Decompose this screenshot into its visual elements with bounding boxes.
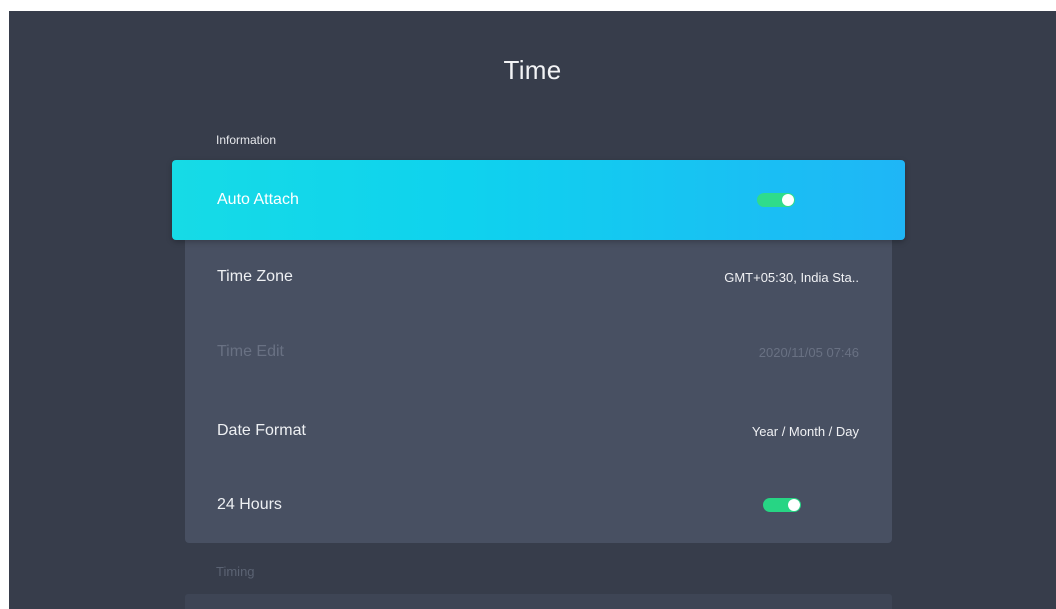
settings-screen: Time Information Auto Attach Time Zone G… [9, 11, 1056, 609]
setting-label-time-zone: Time Zone [217, 268, 293, 285]
setting-row-time-zone[interactable]: Time Zone GMT+05:30, India Sta.. [185, 240, 892, 314]
24-hours-toggle[interactable] [763, 498, 801, 512]
toggle-knob [788, 499, 800, 511]
setting-label-24-hours: 24 Hours [217, 496, 282, 513]
setting-label-time-edit: Time Edit [217, 343, 284, 360]
setting-row-24-hours[interactable]: 24 Hours [185, 468, 892, 542]
setting-row-auto-attach[interactable]: Auto Attach [172, 160, 905, 240]
page-title: Time [503, 55, 562, 85]
setting-value-time-zone: GMT+05:30, India Sta.. [724, 269, 859, 285]
section-label-timing: Timing [216, 564, 255, 579]
section-label-information: Information [216, 133, 277, 147]
setting-label-auto-attach: Auto Attach [217, 191, 299, 208]
setting-value-time-edit: 2020/11/05 07:46 [758, 344, 859, 360]
timing-panel [185, 594, 892, 609]
auto-attach-toggle[interactable] [757, 193, 795, 207]
setting-label-date-format: Date Format [217, 422, 306, 439]
setting-row-date-format[interactable]: Date Format Year / Month / Day [185, 394, 892, 468]
toggle-knob [782, 194, 794, 206]
setting-row-time-edit: Time Edit 2020/11/05 07:46 [185, 315, 892, 389]
setting-value-date-format: Year / Month / Day [751, 423, 859, 439]
